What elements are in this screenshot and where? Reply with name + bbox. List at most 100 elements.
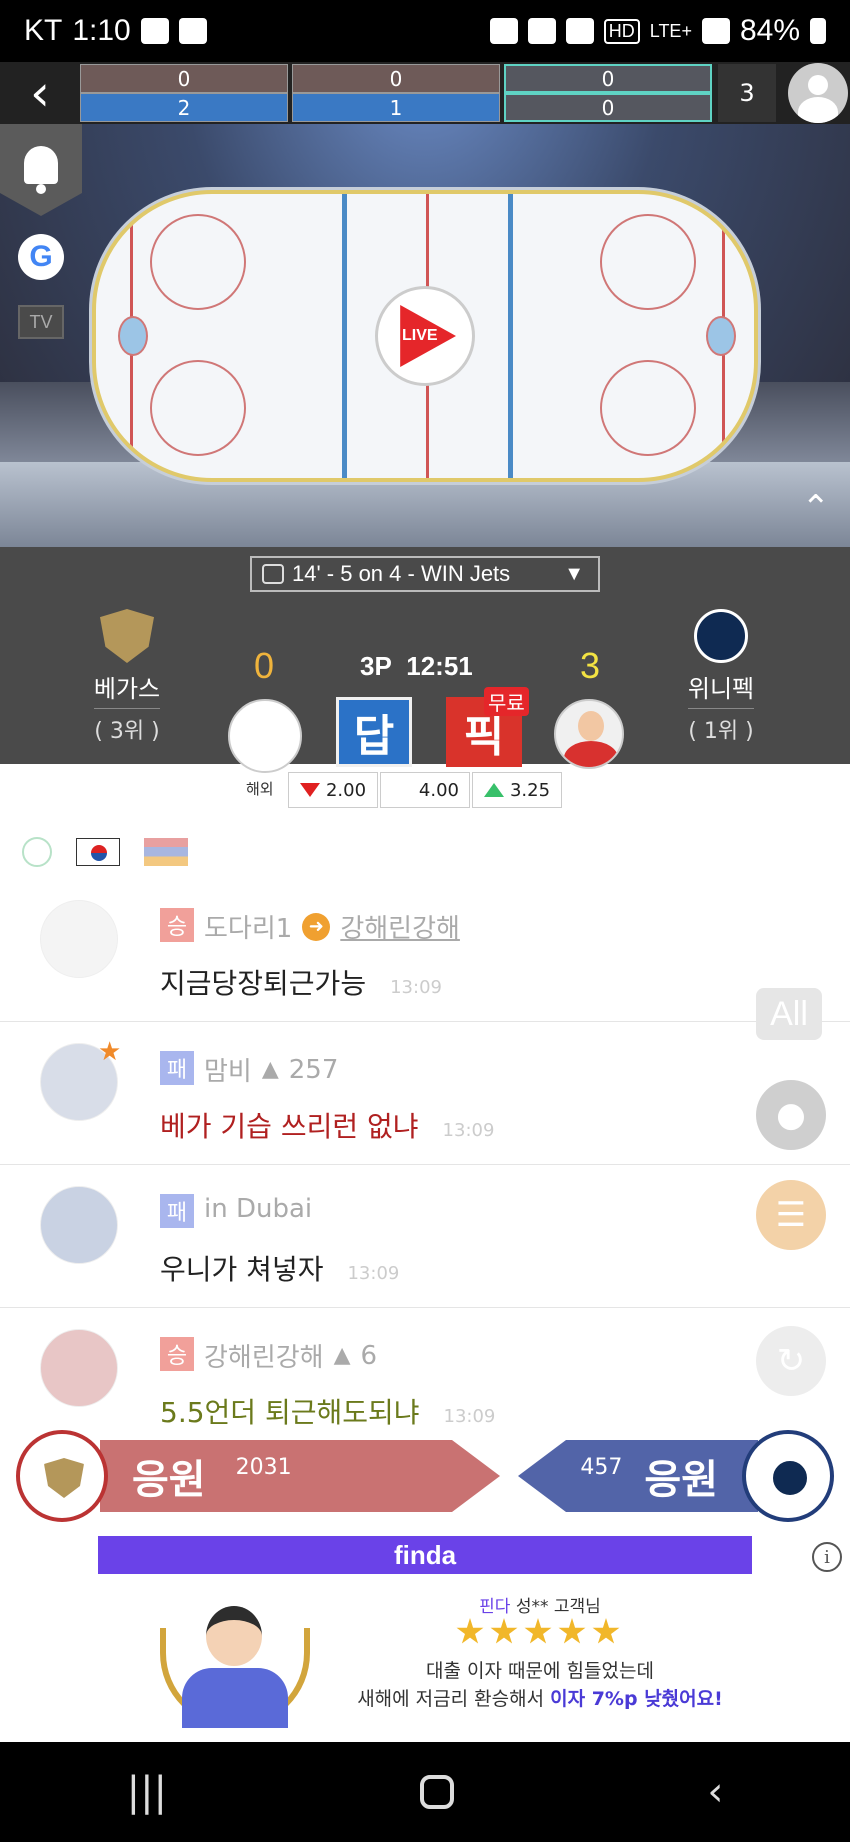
ad-line-1: 대출 이자 때문에 힘들었는데 [426, 1660, 654, 1682]
alarm-icon [489, 18, 518, 44]
globe-icon[interactable] [22, 837, 52, 867]
ad-reviewer-name: 성** 고객님 [515, 1597, 601, 1617]
profile-avatar-button[interactable] [788, 63, 848, 123]
event-text: 14' - 5 on 4 - WIN Jets [292, 561, 511, 586]
back-arrow-icon[interactable]: ‹ [0, 62, 80, 124]
chat-time: 13:09 [443, 1406, 496, 1427]
draw-odds-value: 4.00 [418, 779, 459, 801]
chat-message: ★ 패 맘비 ▲ 257 베가 기습 쓰리런 없냐 13:09 [0, 1023, 850, 1165]
ad-line-2-highlight: 이자 7%p 낮췄어요! [550, 1688, 723, 1710]
winnipeg-logo-icon [694, 609, 748, 663]
all-filter-button[interactable]: All [756, 988, 822, 1040]
star-icon [490, 1618, 518, 1644]
away-cheer-button[interactable]: 457 응원 [518, 1440, 758, 1512]
person-head [206, 1606, 262, 1666]
bell-fab-icon[interactable]: ● [756, 1080, 826, 1150]
player-avatar[interactable] [554, 699, 624, 769]
ad-line-2: 새해에 저금리 환승해서 이자 7%p 낮췄어요! [300, 1684, 780, 1711]
app-icon [140, 18, 169, 44]
robot-icon [262, 564, 284, 584]
nickname[interactable]: 강해린강해 [204, 1337, 324, 1374]
live-play-button[interactable]: LIVE [375, 286, 475, 386]
chevron-up-icon[interactable]: ⌃ [802, 488, 831, 528]
goal-crease-left [118, 316, 148, 356]
person-body [182, 1668, 288, 1728]
user-avatar[interactable] [40, 1186, 118, 1264]
bell-small-icon: ▲ [333, 1343, 351, 1368]
draw-odds[interactable]: 4.00 [380, 772, 470, 808]
clock-label: 1:10 [72, 14, 131, 47]
bell-small-icon: ▲ [261, 1057, 279, 1082]
status-bar: KT 1:10 HD LTE+ 84% [0, 0, 850, 62]
home-team[interactable]: 베가스 ( 3위 ) [52, 609, 202, 745]
google-icon[interactable]: G [18, 234, 64, 280]
faceoff-circle [150, 214, 246, 310]
info-icon[interactable]: i [812, 1542, 842, 1572]
note-icon [178, 18, 207, 44]
period-score-strip: ‹ 0 2 0 1 0 0 3 [0, 62, 850, 124]
ad-brand-bar[interactable]: finda [98, 1536, 752, 1574]
away-score: 3 [580, 645, 601, 686]
game-panel: 14' - 5 on 4 - WIN Jets ▼ 베가스 ( 3위 ) 위니펙… [0, 547, 850, 773]
nickname[interactable]: 맘비 [204, 1051, 252, 1088]
chat-message: 패 in Dubai 우니가 쳐넣자 13:09 [0, 1166, 850, 1308]
chat-text: 지금당장퇴근가능 13:09 [160, 962, 442, 1002]
list-fab-icon[interactable]: ☰ [756, 1180, 826, 1250]
tv-icon[interactable]: TV [18, 305, 64, 339]
chat-language-tabs [0, 830, 850, 874]
armenia-flag-icon[interactable] [144, 838, 188, 866]
home-cheer-count: 2031 [235, 1456, 292, 1480]
chat-nick-row: 맘비 ▲ 257 [204, 1051, 338, 1088]
down-triangle-icon [299, 783, 320, 797]
win-badge: 승 [160, 908, 194, 942]
rating-stars [456, 1618, 620, 1646]
period-3-away: 0 [504, 93, 712, 122]
vegas-logo-icon [44, 1458, 84, 1498]
korea-flag-icon[interactable] [76, 838, 120, 866]
home-odds[interactable]: 2.00 [288, 772, 378, 808]
ad-reviewer: 핀다 성** 고객님 [360, 1592, 720, 1617]
lose-badge: 패 [160, 1051, 194, 1085]
away-odds-value: 3.25 [509, 779, 551, 801]
chat-text: 우니가 쳐넣자 13:09 [160, 1248, 399, 1288]
period-1-score: 0 2 [80, 64, 288, 122]
chat-text-body: 베가 기습 쓰리런 없냐 [160, 1110, 419, 1143]
refresh-fab-icon[interactable]: ↻ [756, 1326, 826, 1396]
home-cheer-logo[interactable] [16, 1430, 108, 1522]
star-icon [524, 1618, 552, 1644]
back-icon[interactable]: ‹ [707, 1769, 723, 1815]
user-avatar[interactable] [40, 1329, 118, 1407]
away-cheer-count: 457 [580, 1456, 623, 1480]
ad-banner[interactable]: finda i 핀다 성** 고객님 대출 이자 때문에 힘들었는데 새해에 저… [0, 1532, 850, 1742]
home-user-avatar[interactable] [228, 699, 302, 773]
answer-button[interactable]: 답 [336, 697, 412, 767]
home-icon[interactable] [420, 1775, 455, 1809]
chat-list[interactable]: 승 도다리1 ➜ 강해린강해 지금당장퇴근가능 13:09 ★ 패 맘비 ▲ 25… [0, 880, 850, 1440]
chat-text: 베가 기습 쓰리런 없냐 13:09 [160, 1105, 494, 1145]
away-cheer-label: 응원 [644, 1457, 718, 1503]
winnipeg-logo-icon [770, 1458, 810, 1498]
odds-label: 해외 [246, 780, 274, 798]
recents-icon[interactable]: ||| [127, 1769, 167, 1815]
event-dropdown[interactable]: 14' - 5 on 4 - WIN Jets ▼ [250, 556, 600, 592]
period-label: 3P [360, 651, 392, 681]
away-team[interactable]: 위니펙 ( 1위 ) [646, 609, 796, 745]
hd-icon: HD [603, 18, 640, 44]
period-1-home: 0 [80, 64, 288, 93]
home-cheer-button[interactable]: 응원 2031 [100, 1440, 500, 1512]
dropdown-triangle-icon: ▼ [564, 562, 584, 585]
period-3-home: 0 [504, 64, 712, 93]
away-odds[interactable]: 3.25 [472, 772, 562, 808]
user-avatar[interactable] [40, 900, 118, 978]
reply-target[interactable]: 강해린강해 [340, 908, 460, 945]
away-cheer-logo[interactable] [742, 1430, 834, 1522]
chat-text: 5.5언더 퇴근해도되냐 13:09 [160, 1391, 495, 1431]
nickname[interactable]: 도다리1 [204, 908, 292, 945]
network-label: LTE+ [649, 20, 692, 41]
vegas-logo-icon [100, 609, 154, 663]
period-2-score: 0 1 [292, 64, 500, 122]
nickname[interactable]: in Dubai [204, 1194, 312, 1224]
chat-nick-row: 도다리1 ➜ 강해린강해 [204, 908, 460, 945]
faceoff-circle [150, 360, 246, 456]
total-score-box: 3 [718, 64, 776, 122]
